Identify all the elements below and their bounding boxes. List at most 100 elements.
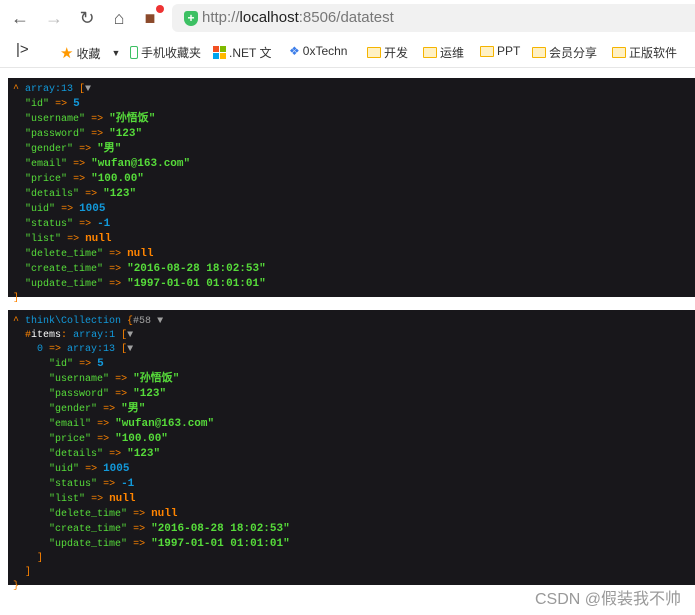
- quote: ": [73, 189, 80, 200]
- property-name: items: [31, 330, 62, 341]
- dump-entry: "delete_time" => null: [25, 248, 154, 260]
- quote: ": [109, 113, 116, 125]
- bookmark-label: .NET 文: [229, 46, 272, 60]
- bookmark-label: 手机收藏夹: [141, 46, 202, 60]
- entry-value: 123: [133, 448, 154, 460]
- property-note: array:1: [73, 330, 116, 341]
- expand-toggle-icon[interactable]: ▼: [127, 344, 133, 355]
- bookmark-folder[interactable]: 开发: [367, 44, 408, 61]
- dump-line: ^ think\Collection {#58 ▼: [13, 316, 164, 327]
- entry-value: 2016-08-28 18:02:53: [157, 523, 284, 535]
- collapse-toggle[interactable]: ^: [13, 84, 25, 95]
- dump-line: ^ array:13 [▼: [13, 84, 92, 95]
- entry-value: 1997-01-01 01:01:01: [133, 278, 260, 290]
- entry-key: username: [31, 114, 80, 125]
- entry-value: 1997-01-01 01:01:01: [157, 538, 284, 550]
- expand-toggle-icon[interactable]: ▼: [85, 84, 91, 95]
- class-name: think\Collection: [25, 316, 122, 327]
- bookmark-mobile[interactable]: 手机收藏夹: [130, 44, 201, 61]
- expand-toggle-icon[interactable]: ▼: [157, 316, 163, 327]
- quote: ": [61, 159, 68, 170]
- var-dump-collection: ^ think\Collection {#58 ▼ #items: array:…: [8, 310, 695, 592]
- quote: ": [283, 523, 290, 535]
- entry-value: 100.00: [121, 433, 162, 445]
- bookmark-folder[interactable]: 运维: [423, 44, 464, 61]
- url-path: :8506/datatest: [298, 9, 394, 26]
- bookmark-0xtechn[interactable]: ❖ 0xTechn: [289, 44, 347, 58]
- url-text: http://localhost:8506/datatest: [202, 9, 394, 26]
- entry-key: price: [31, 174, 62, 185]
- entry-key: id: [55, 359, 68, 370]
- phone-icon: [130, 46, 138, 59]
- entry-key: details: [31, 189, 74, 200]
- bookmark-favorites[interactable]: ★ 收藏 ▼: [60, 44, 120, 62]
- bookmark-net[interactable]: .NET 文: [213, 44, 271, 61]
- dump-entry: "details" => "123": [49, 448, 161, 460]
- quote: ": [153, 448, 161, 460]
- quote: ": [161, 433, 168, 445]
- bookmark-folder[interactable]: 正版软件: [612, 44, 677, 61]
- reload-icon[interactable]: ↻: [77, 8, 97, 28]
- object-ref: #58: [133, 316, 152, 327]
- notification-dot: [156, 5, 164, 13]
- dump-entry: "list" => null: [49, 493, 136, 505]
- entry-value: 5: [97, 358, 104, 370]
- quote: ": [67, 359, 74, 370]
- var-dump-array: ^ array:13 [▼ "id" => 5 "username" => "孙…: [8, 78, 695, 304]
- entry-value: 100.00: [97, 173, 138, 185]
- expand-toggle-icon[interactable]: ▼: [127, 330, 133, 341]
- dump-entry: "password" => "123": [25, 128, 143, 140]
- home-icon[interactable]: ⌂: [109, 8, 129, 28]
- quote: ": [97, 143, 104, 155]
- entry-key: price: [55, 434, 86, 445]
- entry-key: update_time: [31, 279, 98, 290]
- quote: ": [137, 173, 144, 185]
- entry-key: delete_time: [31, 249, 98, 260]
- quote: ": [121, 509, 128, 520]
- quote: ": [79, 114, 86, 125]
- dump-entry: "update_time" => "1997-01-01 01:01:01": [25, 278, 266, 290]
- quote: ": [91, 158, 98, 170]
- bookmark-folder[interactable]: 会员分享: [532, 44, 597, 61]
- array-index: 0: [37, 344, 44, 355]
- folder-icon: [423, 47, 437, 58]
- dump-line: 0 => array:13 [▼: [37, 344, 134, 355]
- sidebar-toggle-icon[interactable]: |>: [16, 41, 29, 58]
- entry-value: 123: [115, 128, 136, 140]
- bookmark-folder[interactable]: PPT: [480, 44, 520, 58]
- quote: ": [151, 523, 158, 535]
- dump-entry: "status" => -1: [49, 478, 135, 490]
- array-note: array:13: [67, 344, 116, 355]
- quote: ": [183, 158, 191, 170]
- dropdown-icon[interactable]: ▼: [111, 48, 120, 58]
- quote: ": [115, 433, 122, 445]
- quote: ": [283, 538, 290, 550]
- dump-entry: "gender" => "男": [25, 143, 122, 155]
- forward-icon[interactable]: →: [44, 8, 64, 28]
- dump-entry: "create_time" => "2016-08-28 18:02:53": [25, 263, 266, 275]
- entry-value: wufan@163.com: [121, 418, 208, 430]
- entry-value: 123: [109, 188, 130, 200]
- quote: ": [103, 188, 110, 200]
- quote: ": [135, 128, 143, 140]
- quote: ": [259, 278, 266, 290]
- dump-entry: "details" => "123": [25, 188, 137, 200]
- dump-entry: "id" => 5: [25, 98, 80, 110]
- collapse-toggle[interactable]: ^: [13, 316, 25, 327]
- dump-entry: "create_time" => "2016-08-28 18:02:53": [49, 523, 290, 535]
- entry-value: 123: [139, 388, 160, 400]
- quote: ": [133, 373, 140, 385]
- entry-key: delete_time: [55, 509, 122, 520]
- quote: ": [97, 279, 104, 290]
- quote: ": [79, 129, 86, 140]
- quote: ": [129, 188, 137, 200]
- dump-entry: "update_time" => "1997-01-01 01:01:01": [49, 538, 290, 550]
- dump-entry: "uid" => 1005: [49, 463, 130, 475]
- dump-entry: "price" => "100.00": [49, 433, 168, 445]
- back-icon[interactable]: ←: [10, 8, 30, 28]
- secure-shield-icon: +: [184, 11, 198, 26]
- dump-entry: "username" => "孙悟饭": [49, 373, 180, 385]
- address-bar[interactable]: + http://localhost:8506/datatest: [172, 4, 695, 32]
- browser-toolbar: ← → ↻ ⌂ ■ + http://localhost:8506/datate…: [0, 0, 695, 36]
- entry-key: uid: [31, 204, 50, 215]
